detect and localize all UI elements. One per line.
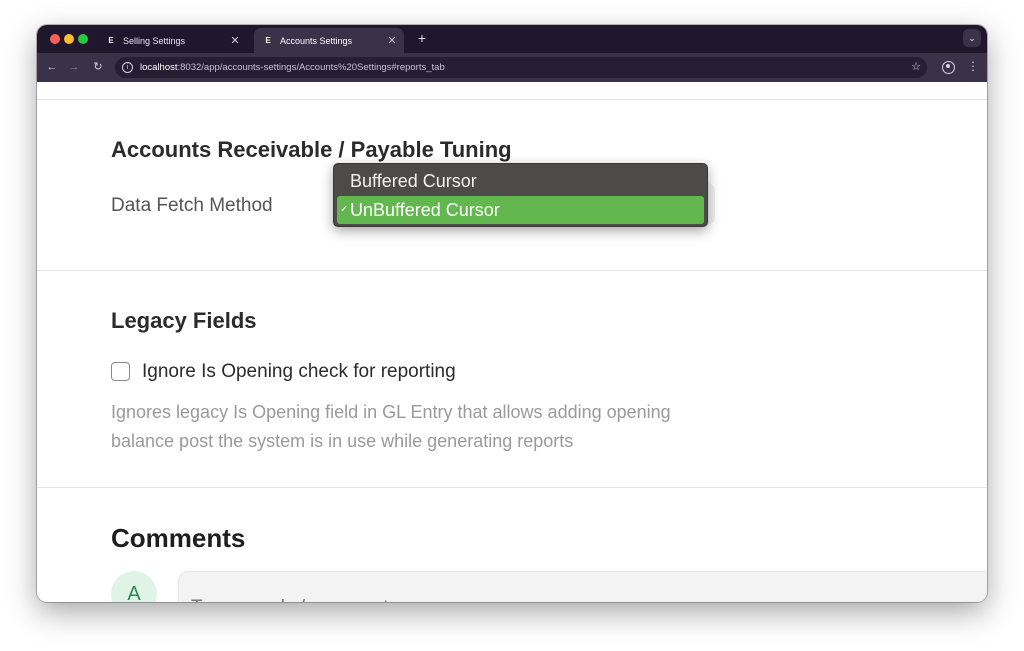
maximize-window-button[interactable] (78, 34, 88, 44)
info-icon[interactable]: i (122, 62, 133, 73)
browser-toolbar: ← → ↻ i localhost:8032/app/accounts-sett… (37, 53, 987, 82)
section-divider (37, 487, 987, 488)
ignore-is-opening-checkbox[interactable] (111, 362, 130, 381)
option-buffered-cursor[interactable]: Buffered Cursor (337, 167, 704, 195)
minimize-window-button[interactable] (64, 34, 74, 44)
browser-window: E Selling Settings ✕ E Accounts Settings… (37, 25, 987, 602)
bookmark-star-icon[interactable]: ☆ (911, 60, 921, 73)
chevron-down-icon[interactable]: ⌄ (963, 29, 981, 47)
comments-title: Comments (111, 523, 246, 553)
ignore-is-opening-description: Ignores legacy Is Opening field in GL En… (111, 402, 671, 451)
erpnext-logo-icon: E (108, 36, 114, 45)
data-fetch-method-dropdown: Buffered Cursor ✓ UnBuffered Cursor (333, 163, 708, 227)
section-title-legacy: Legacy Fields (111, 308, 257, 333)
tab-title: Accounts Settings (280, 35, 353, 46)
data-fetch-method-label: Data Fetch Method (111, 195, 273, 216)
section-divider (37, 270, 987, 271)
close-window-button[interactable] (50, 34, 60, 44)
address-bar[interactable]: i localhost:8032/app/accounts-settings/A… (115, 57, 927, 78)
erpnext-logo-icon: E (265, 36, 271, 45)
page-content: Accounts Receivable / Payable Tuning Dat… (37, 82, 987, 602)
checkmark-icon: ✓ (340, 204, 349, 215)
section-title-ar-ap: Accounts Receivable / Payable Tuning (111, 137, 512, 162)
ignore-is-opening-label[interactable]: Ignore Is Opening check for reporting (142, 361, 456, 383)
option-label: UnBuffered Cursor (350, 200, 500, 220)
forward-arrow-icon[interactable]: → (66, 59, 82, 75)
avatar: A (111, 571, 157, 602)
url-text: localhost:8032/app/accounts-settings/Acc… (140, 62, 445, 73)
back-arrow-icon[interactable]: ← (44, 59, 60, 75)
reload-icon[interactable]: ↻ (90, 59, 106, 75)
tab-accounts-settings[interactable]: E Accounts Settings ✕ (254, 28, 404, 53)
close-icon[interactable]: ✕ (227, 34, 243, 47)
tab-selling-settings[interactable]: E Selling Settings ✕ (97, 28, 247, 53)
close-icon[interactable]: ✕ (384, 34, 400, 47)
profile-icon[interactable] (942, 61, 955, 74)
section-divider (37, 99, 987, 100)
tab-strip: E Selling Settings ✕ E Accounts Settings… (37, 25, 987, 53)
tab-title: Selling Settings (123, 35, 186, 46)
option-unbuffered-cursor[interactable]: ✓ UnBuffered Cursor (337, 196, 704, 224)
new-tab-button[interactable]: + (414, 30, 430, 46)
comment-input[interactable] (178, 571, 987, 602)
more-options-icon[interactable]: ⋮ (967, 59, 979, 73)
